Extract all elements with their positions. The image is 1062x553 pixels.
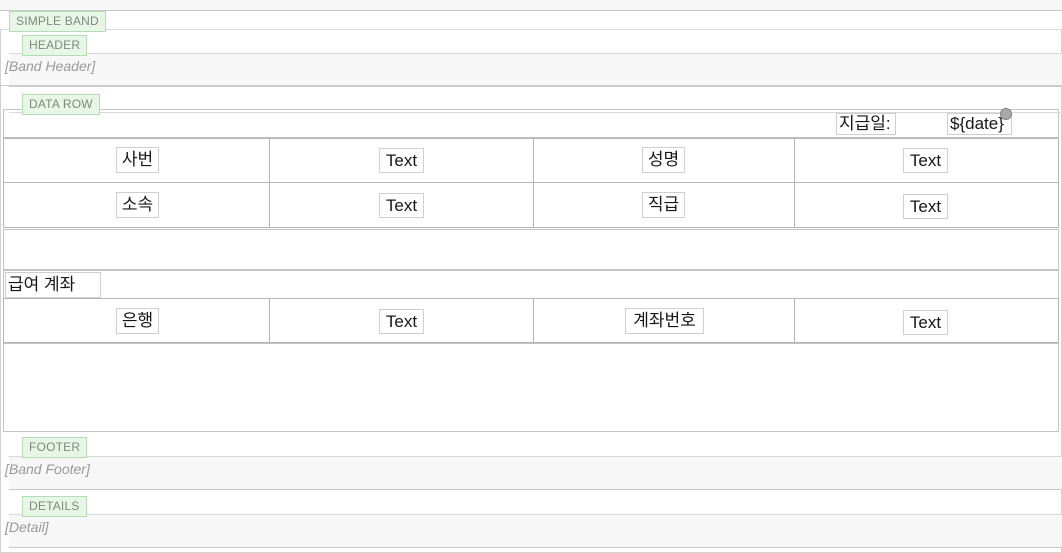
band-tab-data-row[interactable]: DATA ROW (22, 94, 100, 115)
band-header-placeholder: [Band Header] (5, 58, 96, 74)
table-cell-field[interactable]: Text (903, 310, 948, 335)
detail-placeholder: [Detail] (5, 519, 49, 535)
table-cell-label[interactable]: 소속 (116, 192, 159, 218)
footer-band-body (9, 456, 1062, 490)
simple-band-tab-rule (0, 29, 1062, 30)
selection-handle[interactable] (1000, 108, 1012, 120)
report-designer-canvas: SIMPLE BAND HEADER [Band Header] DATA RO… (0, 0, 1062, 553)
band-footer-placeholder: [Band Footer] (5, 461, 90, 477)
top-band-strip (0, 0, 1062, 11)
table-cell-label[interactable]: 계좌번호 (625, 308, 704, 334)
table-cell-field[interactable]: Text (379, 148, 424, 173)
details-tab-rule (9, 514, 1062, 515)
header-band-body (9, 53, 1062, 87)
band-tab-details[interactable]: DETAILS (22, 496, 87, 517)
band-tab-simple-band[interactable]: SIMPLE BAND (9, 11, 106, 32)
spacer-band (3, 229, 1059, 270)
table-cell-field[interactable]: Text (379, 193, 424, 218)
header-tab-rule (9, 53, 1062, 54)
account-section-title[interactable]: 급여 계좌 (5, 272, 101, 298)
table-cell-label[interactable]: 직급 (642, 192, 685, 218)
account-section-band (3, 270, 1059, 299)
payment-date-label[interactable]: 지급일: (836, 113, 896, 135)
details-band-body (9, 514, 1062, 548)
header-band-bottom-rule (0, 85, 1062, 86)
data-row-tab-rule (9, 112, 1062, 113)
table-cell-label[interactable]: 사번 (116, 147, 159, 173)
footer-tab-rule (9, 456, 1062, 457)
band-tab-footer[interactable]: FOOTER (22, 437, 88, 458)
payment-date-band (3, 109, 1059, 138)
band-tab-header[interactable]: HEADER (22, 35, 88, 56)
table-cell-field[interactable]: Text (379, 309, 424, 334)
table-cell-label[interactable]: 성명 (642, 147, 685, 173)
data-row-empty-area (3, 343, 1059, 432)
table-cell-field[interactable]: Text (903, 148, 948, 173)
table-cell-field[interactable]: Text (903, 194, 948, 219)
table-cell-label[interactable]: 은행 (116, 308, 159, 334)
